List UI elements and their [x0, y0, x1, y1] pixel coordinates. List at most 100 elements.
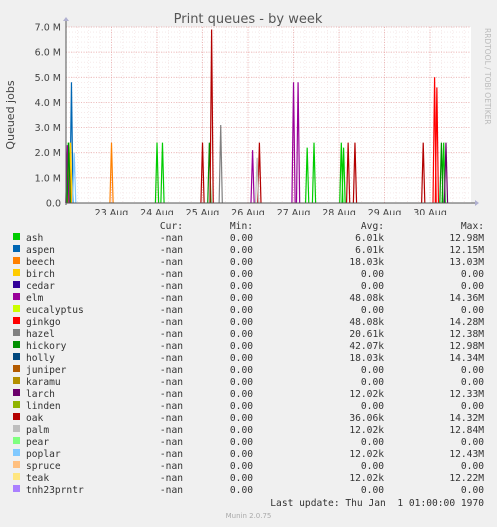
legend-header-avg: Avg:	[360, 221, 384, 232]
legend-min: 0.00	[229, 449, 253, 460]
legend-name: ash	[26, 233, 44, 244]
legend-name: birch	[26, 269, 55, 280]
legend-row-beech: beech -nan 0.00 18.03k 13.03M	[0, 257, 497, 269]
legend-name: linden	[26, 401, 61, 412]
legend-row-cedar: cedar -nan 0.00 0.00 0.00	[0, 281, 497, 293]
legend-cur: -nan	[159, 473, 183, 484]
legend-swatch	[13, 401, 20, 408]
legend-max: 12.15M	[449, 245, 484, 256]
legend-row-spruce: spruce -nan 0.00 0.00 0.00	[0, 461, 497, 473]
legend-avg: 0.00	[360, 377, 384, 388]
legend-min: 0.00	[229, 281, 253, 292]
legend-avg: 0.00	[360, 437, 384, 448]
legend-row-larch: larch -nan 0.00 12.02k 12.33M	[0, 389, 497, 401]
legend-min: 0.00	[229, 365, 253, 376]
legend-swatch	[13, 485, 20, 492]
legend-swatch	[13, 377, 20, 384]
legend-max: 0.00	[460, 281, 484, 292]
legend-max: 14.32M	[449, 413, 484, 424]
legend-swatch	[13, 329, 20, 336]
legend-avg: 42.07k	[349, 341, 384, 352]
legend-row-hazel: hazel -nan 0.00 20.61k 12.38M	[0, 329, 497, 341]
legend-avg: 12.02k	[349, 449, 384, 460]
legend-swatch	[13, 293, 20, 300]
legend-header-cur: Cur:	[159, 221, 183, 232]
legend-row-karamu: karamu -nan 0.00 0.00 0.00	[0, 377, 497, 389]
legend-cur: -nan	[159, 269, 183, 280]
legend-rows: ash -nan 0.00 6.01k 12.98M aspen -nan 0.00 6.01k…	[0, 233, 497, 497]
legend-swatch	[13, 305, 20, 312]
legend-cur: -nan	[159, 485, 183, 496]
legend-name: eucalyptus	[26, 305, 84, 316]
legend-row-elm: elm -nan 0.00 48.08k 14.36M	[0, 293, 497, 305]
legend-avg: 0.00	[360, 485, 384, 496]
legend-min: 0.00	[229, 305, 253, 316]
legend-max: 14.28M	[449, 317, 484, 328]
legend-row-pear: pear -nan 0.00 0.00 0.00	[0, 437, 497, 449]
legend-row-tnh23prntr: tnh23prntr -nan 0.00 0.00 0.00	[0, 485, 497, 497]
legend-max: 12.33M	[449, 389, 484, 400]
legend-max: 12.84M	[449, 425, 484, 436]
legend-min: 0.00	[229, 329, 253, 340]
legend-swatch	[13, 425, 20, 432]
legend-header-min: Min:	[229, 221, 253, 232]
legend-max: 0.00	[460, 437, 484, 448]
legend-cur: -nan	[159, 233, 183, 244]
legend-cur: -nan	[159, 365, 183, 376]
legend-row-aspen: aspen -nan 0.00 6.01k 12.15M	[0, 245, 497, 257]
legend-min: 0.00	[229, 485, 253, 496]
chart-title: Print queues - by week	[174, 12, 323, 27]
legend-min: 0.00	[229, 413, 253, 424]
legend-max: 0.00	[460, 485, 484, 496]
legend-name: hazel	[26, 329, 55, 340]
legend-avg: 12.02k	[349, 389, 384, 400]
legend-name: pear	[26, 437, 50, 448]
y-tick-label: 3.0 M	[35, 123, 61, 134]
legend-swatch	[13, 449, 20, 456]
legend-swatch	[13, 257, 20, 264]
x-tick-label: 29 Aug	[368, 208, 402, 215]
legend-min: 0.00	[229, 257, 253, 268]
legend-avg: 12.02k	[349, 425, 384, 436]
legend-row-oak: oak -nan 0.00 36.06k 14.32M	[0, 413, 497, 425]
legend-avg: 0.00	[360, 305, 384, 316]
y-tick-label: 4.0 M	[35, 98, 61, 109]
chart: Print queues - by week Queued jobs RRDTO…	[4, 12, 492, 215]
legend-avg: 36.06k	[349, 413, 384, 424]
legend-swatch	[13, 437, 20, 444]
legend-cur: -nan	[159, 389, 183, 400]
legend: Cur: Min: Avg: Max: ash -nan 0.00 6.01k 12.9…	[0, 221, 497, 497]
legend-header: Cur: Min: Avg: Max:	[0, 221, 497, 233]
legend-max: 13.03M	[449, 257, 484, 268]
legend-name: ginkgo	[26, 317, 61, 328]
legend-name: spruce	[26, 461, 61, 472]
y-axis-arrow	[63, 17, 69, 21]
x-tick-label: 30 Aug	[413, 208, 447, 215]
legend-avg: 0.00	[360, 365, 384, 376]
legend-avg: 0.00	[360, 269, 384, 280]
legend-min: 0.00	[229, 269, 253, 280]
legend-avg: 48.08k	[349, 293, 384, 304]
legend-cur: -nan	[159, 281, 183, 292]
legend-avg: 20.61k	[349, 329, 384, 340]
legend-swatch	[13, 233, 20, 240]
y-tick-label: 5.0 M	[35, 73, 61, 84]
legend-min: 0.00	[229, 317, 253, 328]
legend-row-teak: teak -nan 0.00 12.02k 12.22M	[0, 473, 497, 485]
legend-cur: -nan	[159, 329, 183, 340]
legend-name: elm	[26, 293, 44, 304]
y-tick-label: 1.0 M	[35, 173, 61, 184]
legend-swatch	[13, 389, 20, 396]
legend-swatch	[13, 341, 20, 348]
legend-name: beech	[26, 257, 55, 268]
legend-max: 0.00	[460, 461, 484, 472]
legend-min: 0.00	[229, 461, 253, 472]
legend-avg: 6.01k	[355, 233, 384, 244]
legend-max: 0.00	[460, 305, 484, 316]
legend-name: juniper	[26, 365, 67, 376]
legend-avg: 12.02k	[349, 473, 384, 484]
legend-name: holly	[26, 353, 55, 364]
legend-name: cedar	[26, 281, 55, 292]
legend-max: 12.38M	[449, 329, 484, 340]
legend-min: 0.00	[229, 233, 253, 244]
